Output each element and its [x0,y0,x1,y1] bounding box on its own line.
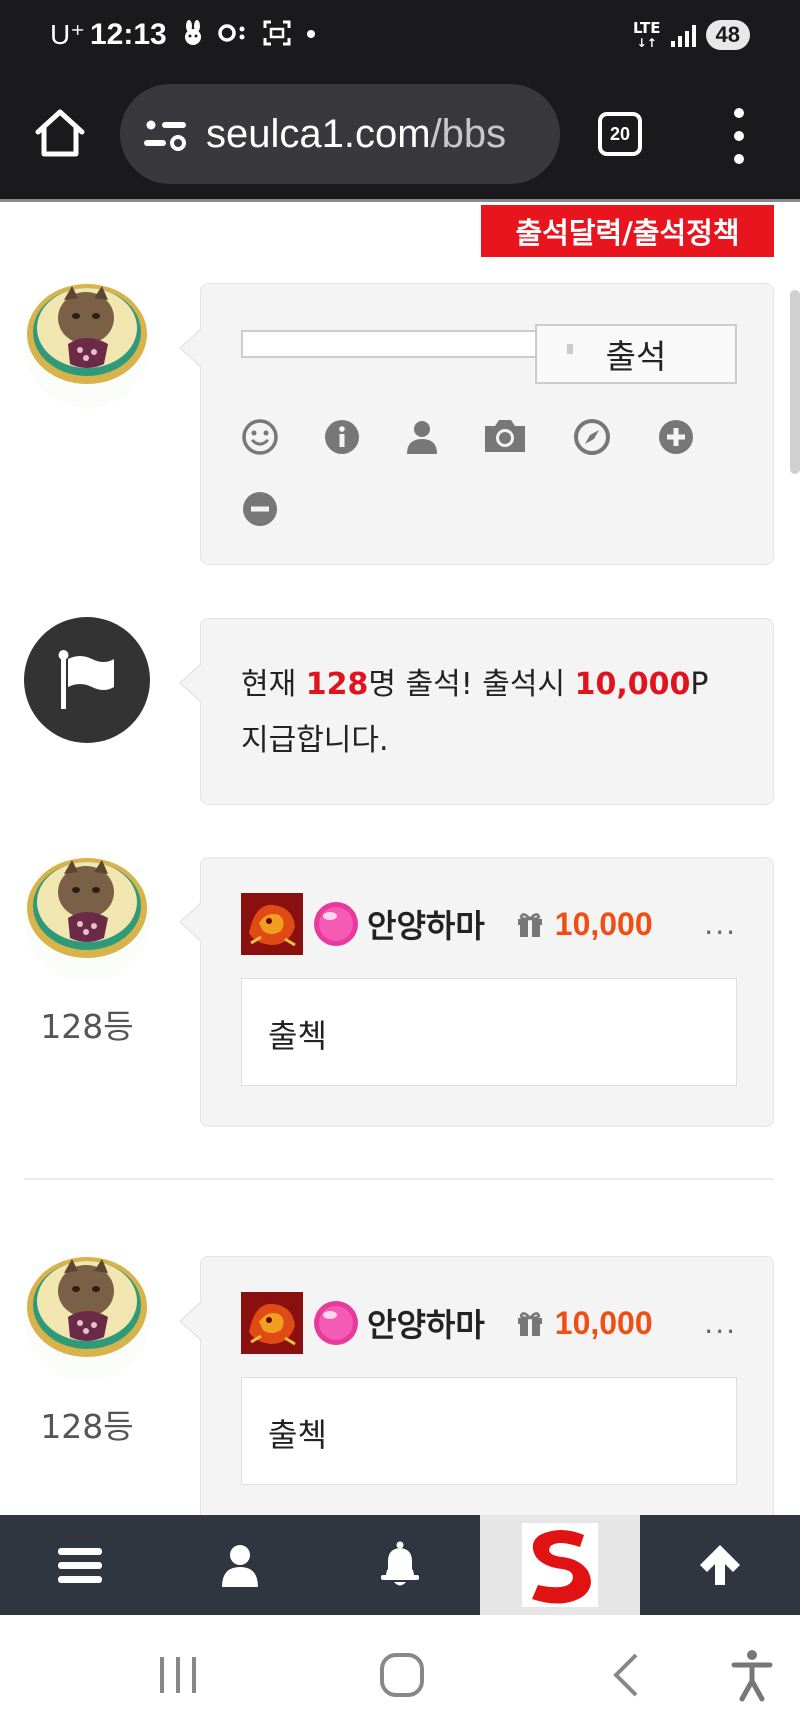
notification-icons [182,20,317,53]
smile-icon[interactable] [241,418,279,456]
cat-avatar-image [24,282,150,408]
cat-avatar-image [24,856,150,982]
hamburger-menu-icon [58,1548,102,1583]
user-icon [222,1545,258,1587]
commenter-nickname[interactable]: 안양하마 [367,901,485,947]
more-options-button[interactable]: ... [704,1307,737,1340]
level-badge-icon [241,893,303,955]
gift-icon [517,913,542,937]
divider [24,1178,774,1180]
clock: 12:13 [90,18,167,51]
url-host: seulca1.com [206,111,431,156]
user-icon[interactable] [403,418,441,456]
bottom-nav [0,1515,800,1615]
plus-circle-icon[interactable] [657,418,695,456]
avatar [24,282,150,408]
home-icon[interactable] [32,104,88,160]
flag-icon [58,650,114,709]
commenter-nickname[interactable]: 안양하마 [367,1300,485,1346]
bell-icon [381,1541,419,1586]
attendance-rank: 128등 [40,1007,134,1046]
gift-icon [517,1312,542,1336]
face-icon [263,20,291,46]
site-logo [522,1523,598,1607]
site-logo-button[interactable] [480,1515,640,1615]
camera-icon[interactable] [483,416,527,456]
submit-label: 출석 [605,337,667,376]
network-type: LTE ↓↑ [632,18,661,50]
attendance-policy-button[interactable]: 출석달력/출석정책 [481,205,774,257]
signal-icon [670,23,696,47]
address-bar[interactable]: seulca1.com/bbs [120,84,560,184]
attendance-message-input[interactable] [241,330,541,358]
tab-switcher-button[interactable]: 20 [598,112,642,156]
attendance-form: 출석 [179,283,774,565]
pink-orb-icon [314,902,358,946]
browser-menu-icon[interactable] [726,108,752,164]
profile-button[interactable] [160,1515,320,1615]
cat-avatar-image [24,1255,150,1381]
site-settings-icon[interactable] [142,114,188,154]
dot-icon [306,30,315,38]
attendance-submit-button[interactable]: 출석 [535,324,737,384]
comment-header: 안양하마 10,000 ... [241,893,737,955]
more-options-button[interactable]: ... [704,908,737,941]
carrier-label: U⁺ [50,19,85,50]
level-badge-icon [241,1292,303,1354]
flag-avatar [24,617,150,743]
commenter-avatar[interactable] [24,856,150,982]
url-text: seulca1.com/bbs [206,112,556,157]
comment-header: 안양하마 10,000 ... [241,1292,737,1354]
attendance-input-row: 출석 [241,324,737,384]
minus-circle-icon[interactable] [241,490,279,528]
reward-amount: 10,000 [574,667,691,702]
scrollbar[interactable] [790,290,800,474]
comment-card: 안양하마 10,000 ... 출첵 [179,1256,774,1556]
home-button-icon[interactable] [372,1645,432,1705]
points-amount: 10,000 [554,1304,653,1341]
attendance-notice: 현재 128명 출석! 출석시 10,000P 지급합니다. [179,618,774,805]
commenter-avatar[interactable] [24,1255,150,1381]
points-amount: 10,000 [554,905,653,942]
notifications-button[interactable] [320,1515,480,1615]
arrow-up-icon [700,1545,740,1585]
info-icon[interactable] [323,418,361,456]
rabbit-icon [185,20,201,45]
comment-text: 출첵 [241,978,737,1086]
battery-indicator: 48 [705,20,750,50]
comment-text: 출첵 [241,1377,737,1485]
key-icon [218,24,245,42]
scroll-top-button[interactable] [640,1515,800,1615]
attendance-rank: 128등 [40,1407,134,1446]
system-navigation-bar [0,1615,800,1734]
comment-card: 안양하마 10,000 ... 출첵 [179,857,774,1127]
attendee-count: 128 [305,667,369,702]
notice-text: 현재 128명 출석! 출석시 10,000P 지급합니다. [241,667,709,758]
compass-icon[interactable] [573,418,611,456]
back-icon[interactable] [596,1645,656,1705]
url-path: /bbs [430,111,507,156]
status-bar: U⁺ 12:13 LTE ↓↑ 48 [0,0,800,72]
menu-button[interactable] [0,1515,160,1615]
pink-orb-icon [314,1301,358,1345]
recent-apps-icon[interactable] [148,1645,208,1705]
status-right: LTE ↓↑ 48 [633,20,750,50]
browser-toolbar: seulca1.com/bbs 20 [0,72,800,202]
accessibility-icon[interactable] [722,1645,782,1705]
